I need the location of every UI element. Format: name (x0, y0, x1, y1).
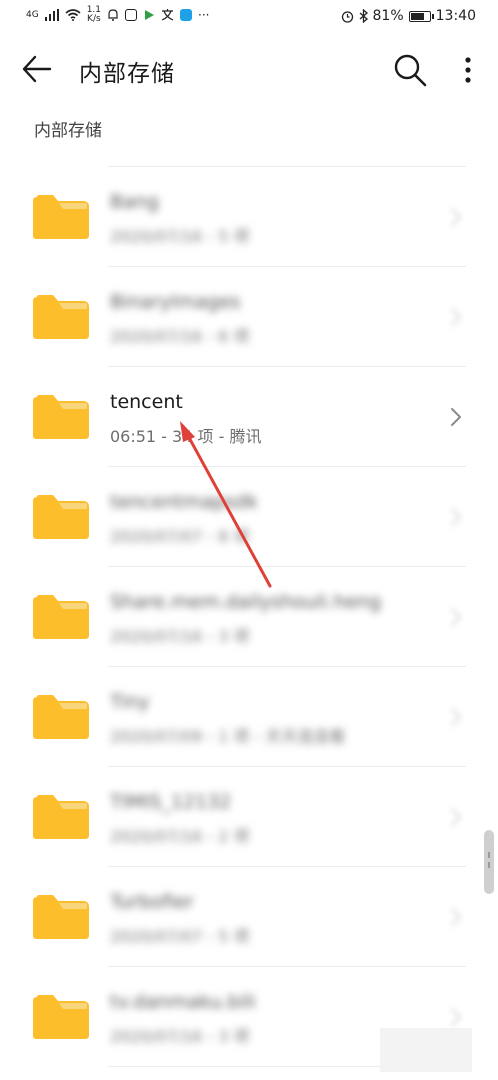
folder-row-6[interactable]: TIMIS_12132 2020/07/16 - 2 项 (0, 767, 498, 867)
folder-row-1[interactable]: BinaryImages 2020/07/16 - 6 项 (0, 267, 498, 367)
search-icon[interactable] (392, 52, 428, 88)
bluetooth-icon (359, 9, 368, 23)
chevron-right-icon (451, 608, 461, 626)
folder-row-0[interactable]: Bang 2020/07/16 - 5 项 (0, 167, 498, 267)
folder-name: Turbofier (110, 891, 194, 913)
app-notification-icon (125, 9, 138, 21)
folder-meta: 2020/07/16 - 2 项 (110, 827, 250, 846)
folder-name: TIMIS_12132 (110, 791, 232, 813)
net-speed: 1.1 K/s (87, 6, 101, 24)
folder-name: Bang (110, 191, 159, 213)
folder-meta: 2020/07/16 - 5 项 (110, 227, 250, 246)
wifi-icon (65, 9, 81, 21)
folder-meta: 2020/07/16 - 3 项 (110, 1027, 250, 1046)
folder-icon (33, 695, 89, 739)
app-header: 内部存储 (0, 40, 498, 98)
folder-icon (33, 995, 89, 1039)
blur-patch (380, 1028, 472, 1072)
folder-row-4[interactable]: Share.mem.dailyshouli.heng 2020/07/16 - … (0, 567, 498, 667)
folder-meta: 2020/07/16 - 3 项 (110, 627, 250, 646)
chevron-right-icon (451, 308, 461, 326)
folder-row-2[interactable]: tencent 06:51 - 34 项 - 腾讯 (0, 367, 498, 467)
status-left: 4G 1.1 K/s ··· (26, 6, 209, 24)
app-badge-icon (180, 9, 193, 21)
chevron-right-icon (451, 708, 461, 726)
chevron-right-icon (451, 908, 461, 926)
folder-row-5[interactable]: Tiny 2020/07/09 - 1 项 - 天天连连看 (0, 667, 498, 767)
folder-icon (33, 195, 89, 239)
folder-meta: 2020/07/16 - 6 项 (110, 327, 250, 346)
folder-icon (33, 895, 89, 939)
network-label: 4G (26, 9, 39, 20)
breadcrumb[interactable]: 内部存储 (34, 116, 102, 141)
folder-icon (33, 295, 89, 339)
folder-meta: 2020/07/07 - 8 项 (110, 527, 250, 546)
folder-row-7[interactable]: Turbofier 2020/07/07 - 5 项 (0, 867, 498, 967)
clock: 13:40 (435, 8, 476, 24)
battery-icon (408, 10, 434, 22)
folder-row-3[interactable]: tencentmapsdk 2020/07/07 - 8 项 (0, 467, 498, 567)
folder-icon (33, 595, 89, 639)
file-list: Bang 2020/07/16 - 5 项 BinaryImages 2020/… (0, 167, 498, 1067)
chevron-right-icon (451, 408, 461, 426)
page-title: 内部存储 (79, 61, 175, 87)
battery-level (410, 12, 425, 20)
arrow-left-icon[interactable] (20, 54, 54, 84)
folder-name: Tiny (110, 691, 150, 713)
folder-meta: 2020/07/07 - 5 项 (110, 927, 250, 946)
battery-percent: 81% (372, 8, 404, 24)
alarm-icon (341, 10, 353, 23)
vertical-dots-icon[interactable] (456, 52, 480, 88)
scrollbar-thumb[interactable] (484, 830, 494, 894)
chevron-right-icon (451, 208, 461, 226)
folder-name: tencentmapsdk (110, 491, 258, 513)
status-right: 81% 13:40 (341, 8, 476, 24)
play-icon (145, 10, 155, 20)
folder-name: Share.mem.dailyshouli.heng (110, 591, 382, 613)
chevron-right-icon (451, 808, 461, 826)
net-speed-unit: K/s (87, 14, 101, 24)
folder-name: tencent (110, 391, 183, 413)
translate-icon (161, 9, 174, 21)
chevron-right-icon (451, 508, 461, 526)
chevron-right-icon (451, 1008, 461, 1026)
status-bar: 4G 1.1 K/s ··· 81% 13:40 (0, 0, 498, 36)
folder-icon (33, 795, 89, 839)
folder-name: tv.danmaku.bili (110, 991, 256, 1013)
folder-name: BinaryImages (110, 291, 241, 313)
folder-icon (33, 395, 89, 439)
more-notifications: ··· (198, 8, 210, 22)
folder-meta: 2020/07/09 - 1 项 - 天天连连看 (110, 727, 346, 746)
folder-icon (33, 495, 89, 539)
notification-bell-icon (108, 9, 118, 21)
signal-icon (44, 9, 59, 21)
folder-meta: 06:51 - 34 项 - 腾讯 (110, 427, 262, 446)
